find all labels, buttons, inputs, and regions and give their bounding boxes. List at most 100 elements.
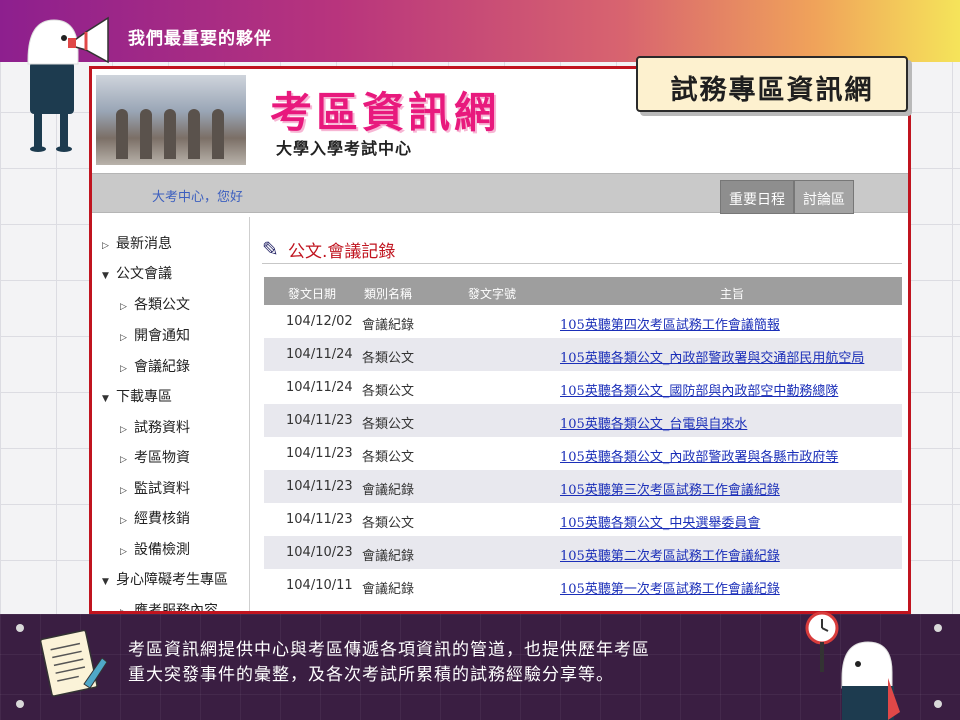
- website-screenshot: 考區資訊網 大學入學考試中心 大考中心，您好 重要日程 討論區 ▷ 最新消息 ▼ 公…: [89, 66, 911, 614]
- sidebar-item-meeting-minutes[interactable]: ▷ 會議紀錄: [120, 356, 190, 376]
- cell-date: 104/11/23: [286, 479, 353, 494]
- bolt-icon: [934, 624, 942, 632]
- table-row: 104/11/23 會議紀錄 105英聽第三次考區試務工作會議紀錄: [264, 470, 902, 503]
- slide-title: 我們最重要的夥伴: [128, 29, 272, 49]
- caret-right-icon: ▷: [120, 516, 127, 526]
- cell-type: 會議紀錄: [362, 483, 415, 498]
- subject-link[interactable]: 105英聽第二次考區試務工作會議紀錄: [560, 545, 780, 564]
- cell-date: 104/10/11: [286, 578, 353, 593]
- tab-schedule[interactable]: 重要日程: [720, 180, 794, 214]
- caret-down-icon: ▼: [102, 394, 109, 404]
- cell-type: 各類公文: [362, 516, 415, 531]
- caret-right-icon: ▷: [120, 364, 127, 374]
- sidebar-item-label: 經費核銷: [134, 511, 190, 527]
- cell-date: 104/11/23: [286, 512, 353, 527]
- table-header: 發文日期 類別名稱 發文字號 主旨: [264, 277, 902, 305]
- site-subtitle: 大學入學考試中心: [276, 139, 413, 158]
- cell-type: 會議紀錄: [362, 582, 415, 597]
- sidebar-item-label: 身心障礙考生專區: [116, 572, 228, 588]
- column-header-type[interactable]: 類別名稱: [364, 285, 412, 302]
- table-row: 104/11/24 各類公文 105英聽各類公文_國防部與內政部空中勤務總隊: [264, 371, 902, 404]
- cell-date: 104/11/23: [286, 413, 353, 428]
- caret-right-icon: ▷: [120, 425, 127, 435]
- sidebar-item-label: 公文會議: [116, 266, 172, 282]
- cell-type: 各類公文: [362, 417, 415, 432]
- cell-date: 104/11/24: [286, 347, 353, 362]
- sidebar-item-disability[interactable]: ▼ 身心障礙考生專區: [102, 569, 228, 589]
- subject-link[interactable]: 105英聽第四次考區試務工作會議簡報: [560, 314, 780, 333]
- top-navbar: 大考中心，您好 重要日程 討論區: [92, 173, 908, 214]
- divider: [262, 263, 902, 264]
- cell-type: 會議紀錄: [362, 318, 415, 333]
- subject-link[interactable]: 105英聽各類公文_內政部警政署與交通部民用航空局: [560, 347, 864, 366]
- sidebar-item-label: 會議紀錄: [134, 359, 190, 375]
- subject-link[interactable]: 105英聽各類公文_中央選舉委員會: [560, 512, 760, 531]
- description-text: 考區資訊網提供中心與考區傳遞各項資訊的管道，也提供歷年考區 重大突發事件的彙整，…: [128, 638, 768, 688]
- sidebar-item-label: 最新消息: [116, 236, 172, 252]
- cell-type: 會議紀錄: [362, 549, 415, 564]
- sidebar-item-label: 設備檢測: [134, 542, 190, 558]
- clock-mascot-icon: [805, 611, 900, 720]
- pen-icon: ✎: [262, 237, 279, 261]
- sidebar-item-label: 考區物資: [134, 450, 190, 466]
- main-content: ✎ 公文.會議記錄 發文日期 類別名稱 發文字號 主旨 104/12/02 會議…: [252, 217, 908, 611]
- sidebar-item-supplies[interactable]: ▷ 考區物資: [120, 447, 190, 467]
- sidebar-item-documents[interactable]: ▼ 公文會議: [102, 263, 172, 283]
- documents-table: 發文日期 類別名稱 發文字號 主旨 104/12/02 會議紀錄 105英聽第四…: [264, 277, 902, 602]
- sidebar-item-label: 監試資料: [134, 481, 190, 497]
- sidebar-item-label: 各類公文: [134, 297, 190, 313]
- document-pen-icon: [40, 629, 108, 697]
- section-title: 公文.會議記錄: [288, 242, 396, 262]
- caret-right-icon: ▷: [120, 302, 127, 312]
- sidebar-menu: ▷ 最新消息 ▼ 公文會議 ▷ 各類公文 ▷ 開會通知 ▷ 會議紀錄 ▼ 下載專區 ▷ 試務資…: [92, 217, 250, 614]
- subject-link[interactable]: 105英聽第三次考區試務工作會議紀錄: [560, 479, 780, 498]
- sidebar-item-label: 開會通知: [134, 328, 190, 344]
- description-line: 重大突發事件的彙整，及各次考試所累積的試務經驗分享等。: [128, 665, 614, 685]
- cell-date: 104/12/02: [286, 314, 353, 329]
- callout-label: 試務專區資訊網: [636, 56, 908, 112]
- column-header-subject[interactable]: 主旨: [720, 285, 744, 302]
- site-logo[interactable]: 考區資訊網: [270, 79, 500, 140]
- sidebar-item-downloads[interactable]: ▼ 下載專區: [102, 386, 172, 406]
- tab-forum[interactable]: 討論區: [794, 180, 854, 214]
- cell-date: 104/11/24: [286, 380, 353, 395]
- bolt-icon: [16, 700, 24, 708]
- sidebar-item-label: 應考服務內容: [134, 603, 218, 614]
- cell-date: 104/10/23: [286, 545, 353, 560]
- cell-type: 各類公文: [362, 384, 415, 399]
- subject-link[interactable]: 105英聽各類公文_台電與自來水: [560, 413, 747, 432]
- sidebar-item-label: 試務資料: [134, 420, 190, 436]
- sidebar-item-official-docs[interactable]: ▷ 各類公文: [120, 294, 190, 314]
- sidebar-item-exam-materials[interactable]: ▷ 試務資料: [120, 417, 190, 437]
- sidebar-item-services[interactable]: ▷ 應考服務內容: [120, 600, 218, 614]
- column-header-number[interactable]: 發文字號: [468, 285, 516, 302]
- bolt-icon: [16, 624, 24, 632]
- caret-right-icon: ▷: [120, 333, 127, 343]
- table-row: 104/10/23 會議紀錄 105英聽第二次考區試務工作會議紀錄: [264, 536, 902, 569]
- subject-link[interactable]: 105英聽各類公文_內政部警政署與各縣市政府等: [560, 446, 838, 465]
- subject-link[interactable]: 105英聽各類公文_國防部與內政部空中勤務總隊: [560, 380, 838, 399]
- column-header-date[interactable]: 發文日期: [288, 285, 336, 302]
- cell-date: 104/11/23: [286, 446, 353, 461]
- sidebar-item-news[interactable]: ▷ 最新消息: [102, 233, 172, 253]
- table-row: 104/11/24 各類公文 105英聽各類公文_內政部警政署與交通部民用航空局: [264, 338, 902, 371]
- table-row: 104/11/23 各類公文 105英聽各類公文_台電與自來水: [264, 404, 902, 437]
- caret-right-icon: ▷: [120, 455, 127, 465]
- greeting-text: 大考中心，您好: [152, 190, 244, 205]
- sidebar-item-proctor-materials[interactable]: ▷ 監試資料: [120, 478, 190, 498]
- caret-down-icon: ▼: [102, 577, 109, 587]
- bolt-icon: [934, 700, 942, 708]
- sidebar-item-meeting-notice[interactable]: ▷ 開會通知: [120, 325, 190, 345]
- subject-link[interactable]: 105英聽第一次考區試務工作會議紀錄: [560, 578, 780, 597]
- caret-right-icon: ▷: [120, 486, 127, 496]
- callout-text: 試務專區資訊網: [670, 75, 874, 106]
- building-photo: [96, 75, 246, 165]
- table-row: 104/10/11 會議紀錄 105英聽第一次考區試務工作會議紀錄: [264, 569, 902, 602]
- description-line: 考區資訊網提供中心與考區傳遞各項資訊的管道，也提供歷年考區: [128, 640, 650, 660]
- sidebar-item-expenses[interactable]: ▷ 經費核銷: [120, 508, 190, 528]
- caret-right-icon: ▷: [102, 241, 109, 251]
- cell-type: 各類公文: [362, 450, 415, 465]
- sidebar-item-equipment-test[interactable]: ▷ 設備檢測: [120, 539, 190, 559]
- table-row: 104/12/02 會議紀錄 105英聽第四次考區試務工作會議簡報: [264, 305, 902, 338]
- caret-right-icon: ▷: [120, 547, 127, 557]
